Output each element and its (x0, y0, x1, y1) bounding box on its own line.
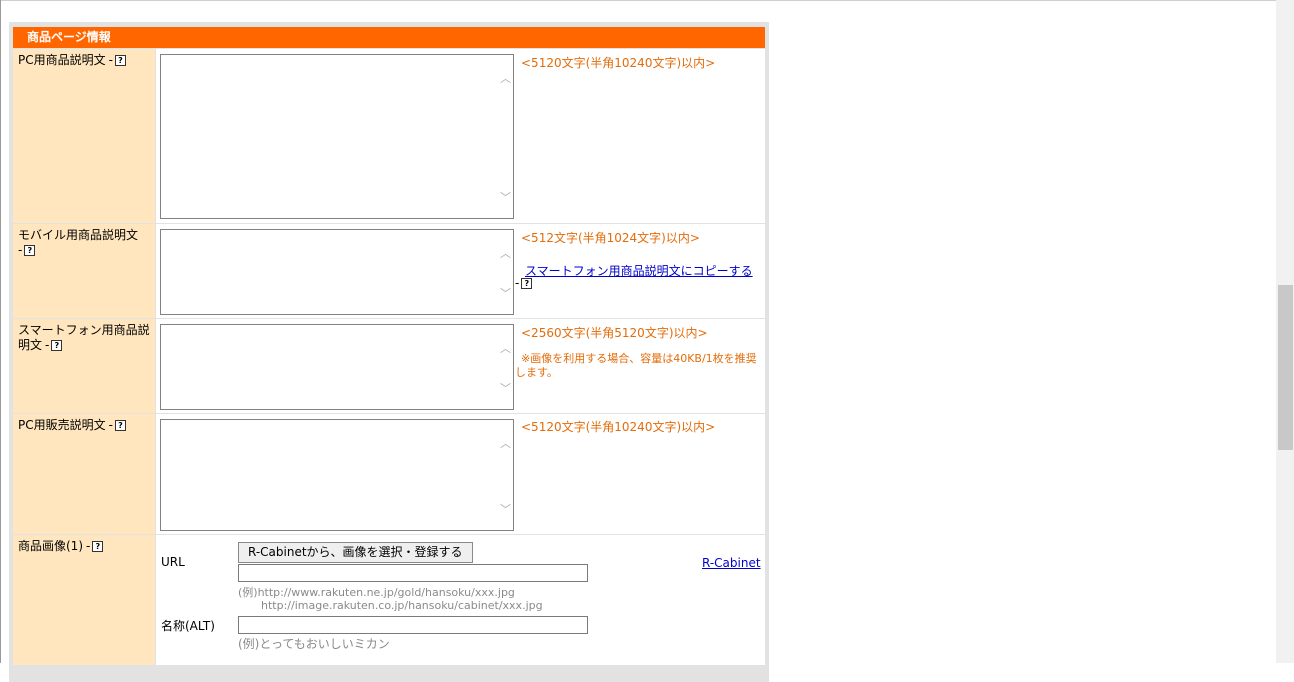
url-example-line2: http://image.rakuten.co.jp/hansoku/cabin… (261, 599, 543, 612)
row-pc-description: PC用商品説明文 -? ︿ ﹀ <5120文字(半角10240文字)以内> (13, 49, 765, 223)
input-cell: R-Cabinetから、画像を選択・登録する URL (例)http://www… (156, 535, 765, 665)
char-limit-note: <5120文字(半角10240文字)以内> (521, 420, 716, 434)
label-cell: 商品画像(1) -? (13, 535, 155, 665)
input-cell: ︿ ﹀ <512文字(半角1024文字)以内> スマートフォン用商品説明文にコピ… (156, 224, 765, 318)
help-icon[interactable]: ? (51, 340, 63, 351)
url-input[interactable] (238, 564, 588, 582)
textarea-scrollbar[interactable]: ︿ ﹀ (498, 421, 512, 529)
help-icon[interactable]: ? (114, 420, 126, 431)
row-product-image: 商品画像(1) -? R-Cabinetから、画像を選択・登録する URL (例)… (13, 535, 765, 665)
copy-to-smartphone-link[interactable]: スマートフォン用商品説明文にコピーする (525, 262, 753, 279)
section-header: 商品ページ情報 (13, 27, 765, 48)
scroll-down-icon[interactable]: ﹀ (500, 501, 511, 517)
field-label: モバイル用商品説明文 (18, 228, 139, 242)
scroll-up-icon[interactable]: ︿ (500, 245, 511, 261)
scroll-down-icon[interactable]: ﹀ (500, 189, 511, 205)
field-label: 商品画像(1) (18, 539, 83, 553)
field-label: PC用販売説明文 (18, 418, 106, 432)
scroll-up-icon[interactable]: ︿ (500, 70, 511, 86)
label-cell: PC用販売説明文 -? (13, 414, 155, 534)
char-limit-note: <512文字(半角1024文字)以内> (521, 231, 700, 245)
textarea-scrollbar[interactable]: ︿ ﹀ (498, 231, 512, 313)
top-border (0, 0, 1276, 1)
row-mobile-description: モバイル用商品説明文 -? ︿ ﹀ <512文字(半角1024文字)以内> スマー… (13, 224, 765, 318)
field-label: PC用商品説明文 (18, 53, 106, 67)
textarea-scrollbar[interactable]: ︿ ﹀ (498, 56, 512, 217)
textarea-scrollbar[interactable]: ︿ ﹀ (498, 326, 512, 408)
smartphone-description-textarea[interactable]: ︿ ﹀ (160, 324, 514, 410)
char-limit-note: <5120文字(半角10240文字)以内> (521, 56, 716, 70)
label-cell: PC用商品説明文 -? (13, 49, 155, 223)
row-pc-sales-description: PC用販売説明文 -? ︿ ﹀ <5120文字(半角10240文字)以内> (13, 414, 765, 534)
help-icon[interactable]: ? (24, 245, 36, 256)
input-cell: ︿ ﹀ <5120文字(半角10240文字)以内> (156, 414, 765, 534)
label-cell: スマートフォン用商品説明文 -? (13, 319, 155, 413)
row-smartphone-description: スマートフォン用商品説明文 -? ︿ ﹀ <2560文字(半角5120文字)以内>… (13, 319, 765, 413)
alt-example: (例)とってもおいしいミカン (238, 637, 390, 651)
field-label: スマートフォン用商品説明文 (18, 323, 150, 352)
scroll-down-icon[interactable]: ﹀ (500, 285, 511, 301)
image-size-note: ※画像を利用する場合、容量は40KB/1枚を推奨します。 (515, 352, 757, 379)
help-icon[interactable]: ? (114, 55, 126, 66)
label-cell: モバイル用商品説明文 -? (13, 224, 155, 318)
scroll-up-icon[interactable]: ︿ (500, 435, 511, 451)
pc-description-textarea[interactable]: ︿ ﹀ (160, 54, 514, 219)
r-cabinet-link[interactable]: R-Cabinet (702, 556, 761, 570)
scroll-down-icon[interactable]: ﹀ (500, 380, 511, 396)
url-label: URL (161, 555, 185, 569)
help-icon[interactable]: ? (521, 278, 533, 289)
pc-sales-description-textarea[interactable]: ︿ ﹀ (160, 419, 514, 531)
mobile-description-textarea[interactable]: ︿ ﹀ (160, 229, 514, 315)
select-image-button[interactable]: R-Cabinetから、画像を選択・登録する (238, 542, 473, 563)
scroll-up-icon[interactable]: ︿ (500, 340, 511, 356)
input-cell: ︿ ﹀ <5120文字(半角10240文字)以内> (156, 49, 765, 223)
input-cell: ︿ ﹀ <2560文字(半角5120文字)以内> ※画像を利用する場合、容量は4… (156, 319, 765, 413)
alt-label: 名称(ALT) (161, 619, 215, 633)
help-icon[interactable]: ? (92, 541, 104, 552)
char-limit-note: <2560文字(半角5120文字)以内> (521, 326, 708, 340)
page-scrollbar-thumb[interactable] (1278, 285, 1293, 450)
alt-input[interactable] (238, 616, 588, 634)
url-example-line1: (例)http://www.rakuten.ne.jp/gold/hansoku… (238, 586, 515, 599)
product-page-info-panel: 商品ページ情報 PC用商品説明文 -? ︿ ﹀ <5120文字(半角10240文字… (9, 22, 769, 682)
left-border (0, 0, 1, 663)
